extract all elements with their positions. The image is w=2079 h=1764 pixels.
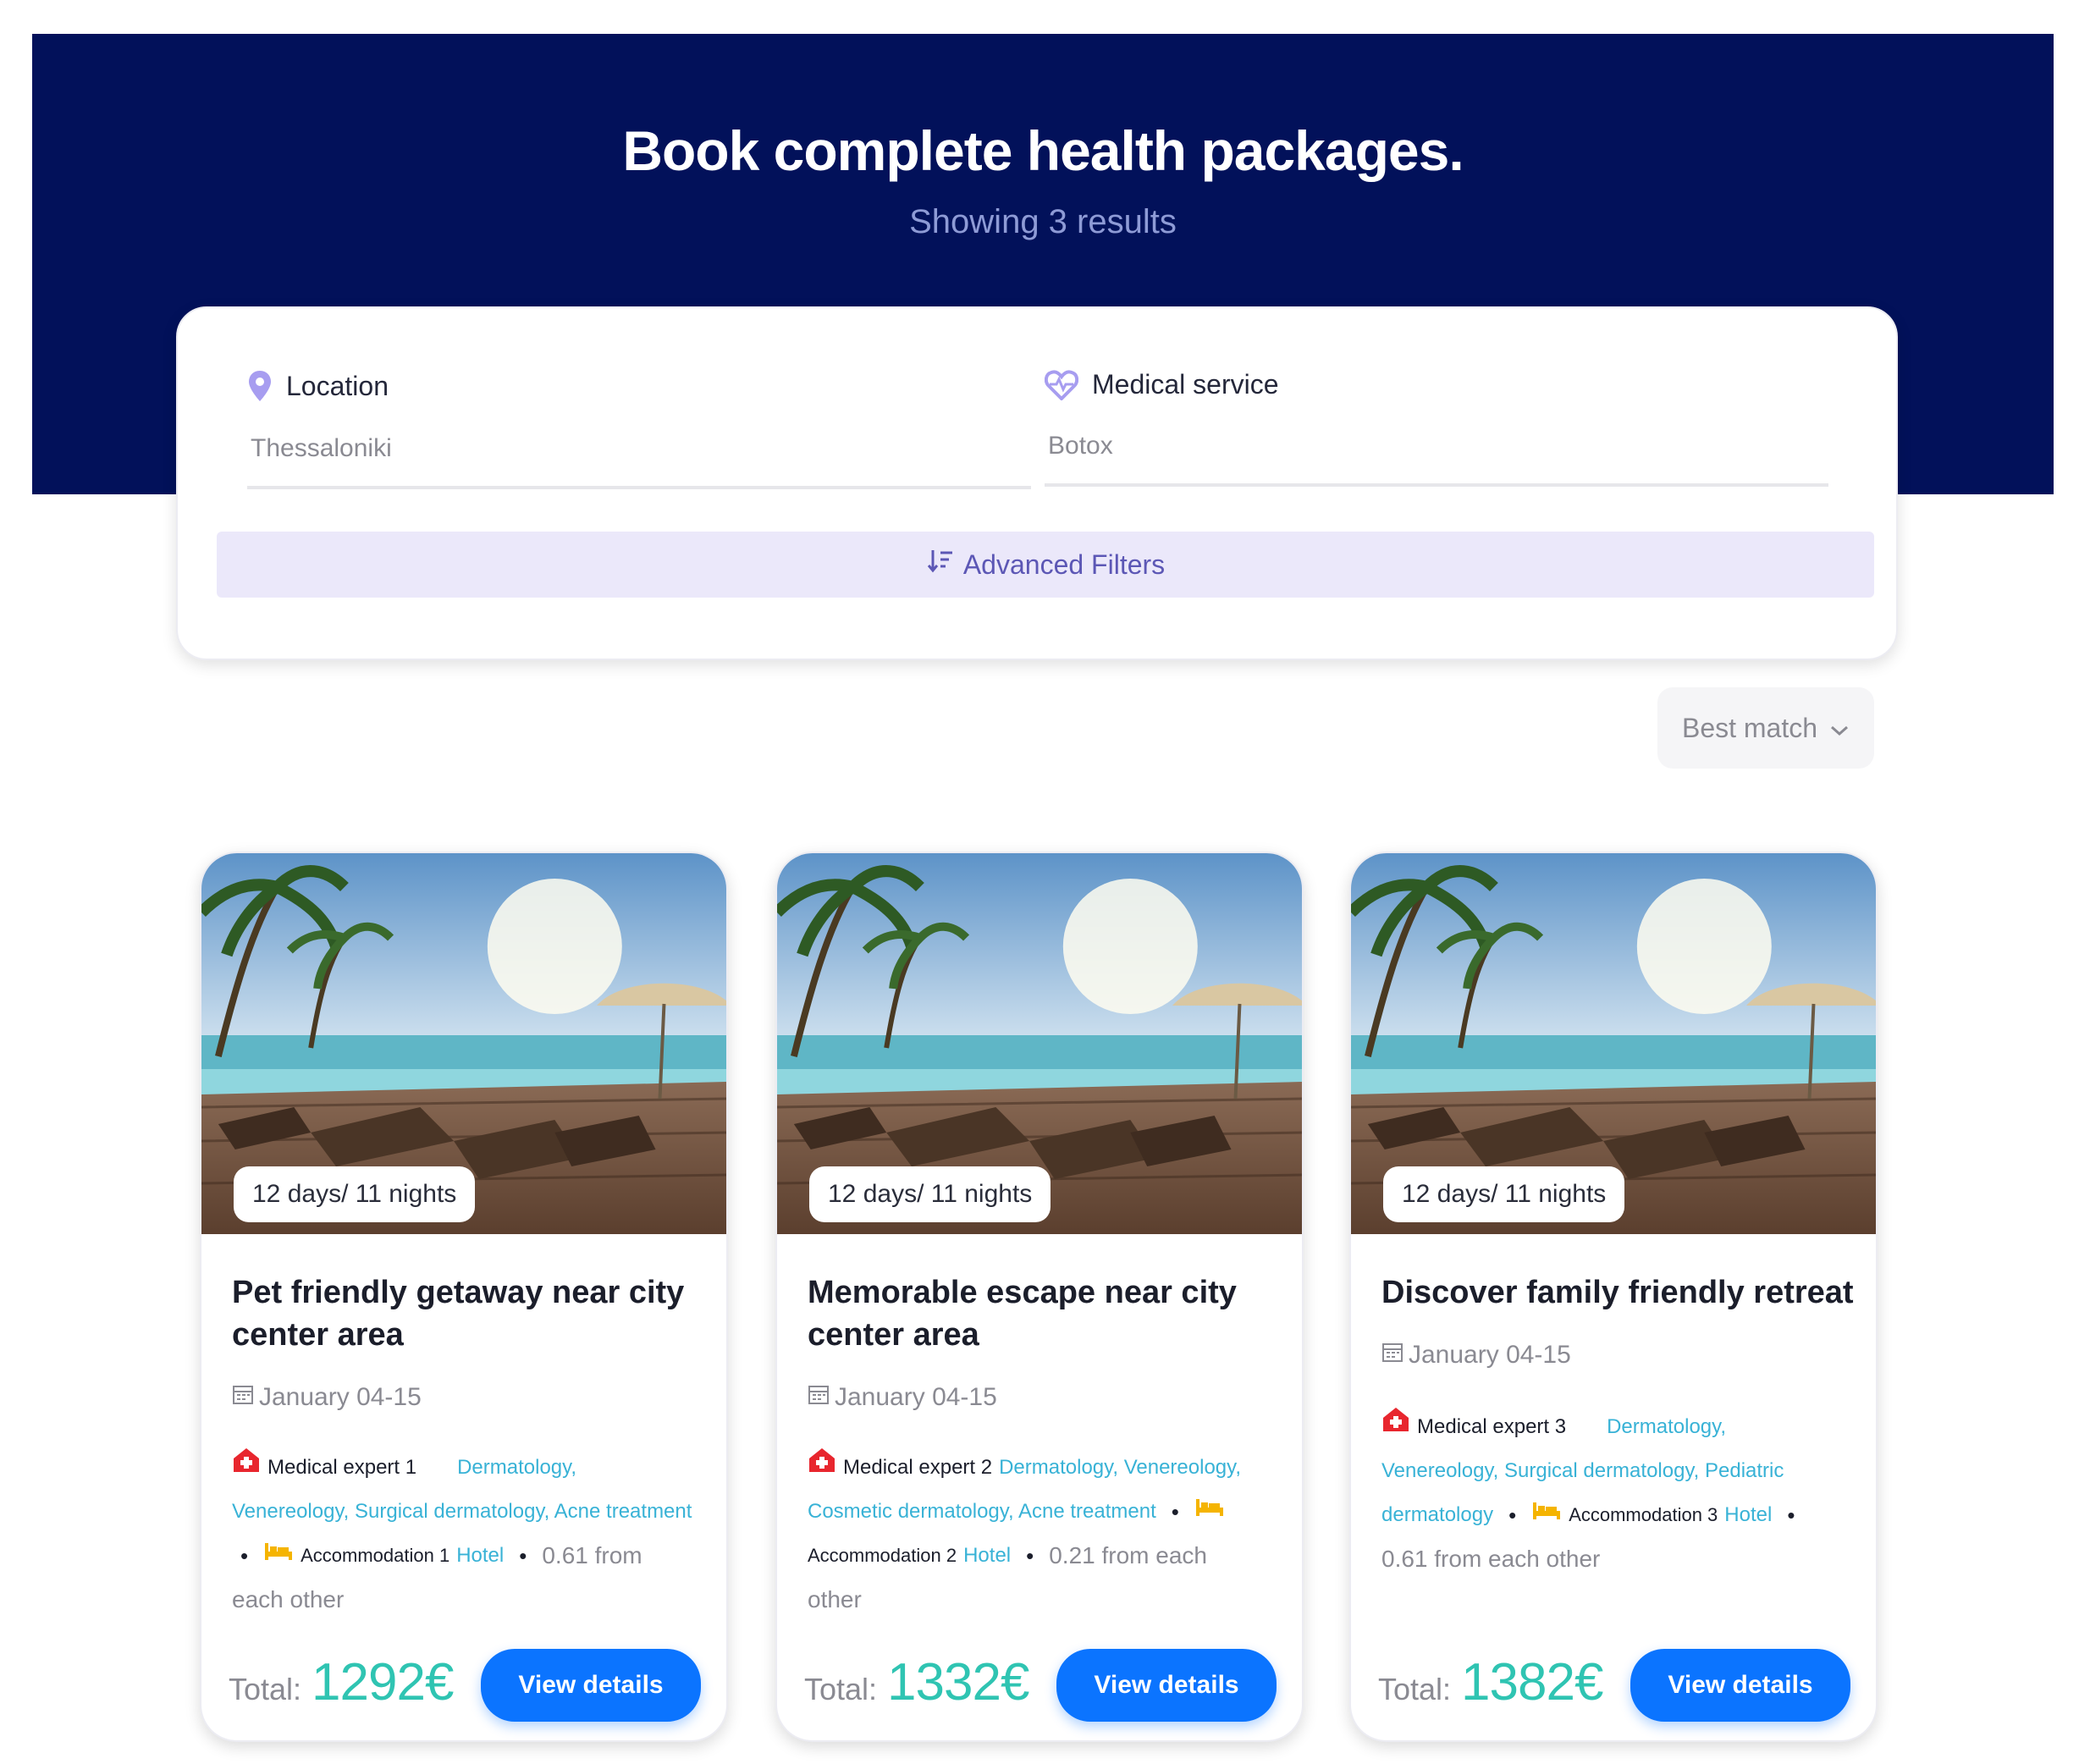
bullet: • — [1508, 1502, 1517, 1528]
hotel-link[interactable]: Hotel — [456, 1534, 504, 1578]
package-details: Medical expert 2 Dermatology, Venereolog… — [808, 1446, 1282, 1622]
total-price: 1382€ — [1461, 1653, 1603, 1712]
search-panel: Location Thessaloniki Medical service Bo… — [176, 306, 1898, 660]
sort-label: Best match — [1681, 712, 1818, 743]
duration-badge: 12 days/ 11 nights — [234, 1166, 476, 1222]
accommodation-name: Accommodation 1 — [301, 1545, 450, 1566]
service-label-row: Medical service — [1045, 369, 1828, 400]
accommodation-line: Accommodation 2 Hotel • 0.21 from each — [808, 1534, 1282, 1578]
heart-pulse-icon — [1045, 369, 1078, 400]
bullet: • — [1787, 1502, 1795, 1528]
date-text: January 04-15 — [1409, 1341, 1571, 1369]
package-date: January 04-15 — [808, 1383, 997, 1412]
location-pin-icon — [247, 369, 273, 403]
bullet: • — [240, 1543, 249, 1568]
total-price-row: Total: 1332€ — [804, 1652, 1029, 1712]
specialties-link[interactable]: Cosmetic dermatology, Acne treatment — [808, 1490, 1156, 1534]
location-input[interactable]: Thessaloniki — [247, 432, 1031, 489]
package-card[interactable]: 12 days/ 11 nights Discover family frien… — [1349, 852, 1878, 1742]
medical-service-field[interactable]: Medical service Botox — [1045, 369, 1828, 487]
total-price-row: Total: 1292€ — [229, 1652, 454, 1712]
duration-badge: 12 days/ 11 nights — [1383, 1166, 1625, 1222]
package-details: Medical expert 1 Dermatology, Venereolog… — [232, 1446, 706, 1622]
specialties-line: Venereology, Surgical dermatology, Acne … — [232, 1490, 706, 1534]
distance-line: each other — [232, 1578, 706, 1622]
distance-text: 0.21 from each — [1049, 1542, 1208, 1568]
service-input[interactable]: Botox — [1045, 429, 1828, 487]
medical-expert-name: Medical expert 2 — [843, 1456, 993, 1479]
specialties-link[interactable]: Venereology, Surgical dermatology, Acne … — [232, 1490, 692, 1534]
expert-line: Medical expert 1 Dermatology, — [232, 1446, 706, 1490]
total-price-row: Total: 1382€ — [1378, 1652, 1603, 1712]
duration-badge: 12 days/ 11 nights — [809, 1166, 1051, 1222]
accommodation-name: Accommodation 3 — [1569, 1504, 1718, 1525]
advanced-filters-button[interactable]: Advanced Filters — [217, 532, 1874, 598]
medical-expert-name: Medical expert 1 — [267, 1456, 417, 1479]
medical-house-icon — [232, 1446, 261, 1490]
specialties-link[interactable]: Dermatology, — [1607, 1405, 1726, 1449]
specialties-link[interactable]: dermatology — [1381, 1493, 1493, 1537]
hotel-link[interactable]: Hotel — [1724, 1493, 1772, 1537]
calendar-icon — [1381, 1341, 1403, 1370]
medical-expert-name: Medical expert 3 — [1417, 1415, 1567, 1438]
total-label: Total: — [804, 1672, 878, 1706]
total-price: 1332€ — [887, 1653, 1029, 1712]
service-label: Medical service — [1092, 369, 1279, 400]
distance-text: other — [808, 1586, 862, 1612]
bullet: • — [519, 1543, 527, 1568]
package-card[interactable]: 12 days/ 11 nights Pet friendly getaway … — [200, 852, 728, 1742]
distance-text: each other — [232, 1586, 345, 1612]
hotel-link[interactable]: Hotel — [963, 1534, 1011, 1578]
bed-icon — [263, 1534, 294, 1578]
date-text: January 04-15 — [835, 1383, 997, 1411]
sort-filter-icon — [926, 548, 955, 582]
sort-dropdown[interactable]: Best match — [1657, 687, 1874, 769]
location-field[interactable]: Location Thessaloniki — [247, 369, 1031, 489]
date-text: January 04-15 — [259, 1383, 422, 1411]
location-label: Location — [286, 370, 389, 401]
total-price: 1292€ — [312, 1653, 454, 1712]
chevron-down-icon — [1829, 713, 1850, 744]
specialties-link[interactable]: Dermatology, — [457, 1446, 576, 1490]
bullet: • — [1171, 1499, 1179, 1524]
bullet: • — [1026, 1543, 1034, 1568]
package-details: Medical expert 3 Dermatology, Venereolog… — [1381, 1405, 1856, 1581]
specialties-line: Venereology, Surgical dermatology, Pedia… — [1381, 1449, 1856, 1493]
results-count: Showing 3 results — [909, 203, 1177, 240]
page-title: Book complete health packages. — [622, 119, 1464, 182]
distance-text: 0.61 from — [542, 1542, 642, 1568]
medical-house-icon — [808, 1446, 836, 1490]
specialties-link[interactable]: Venereology, Surgical dermatology, Pedia… — [1381, 1449, 1784, 1493]
advanced-filters-label: Advanced Filters — [962, 548, 1166, 580]
view-details-button[interactable]: View details — [1056, 1649, 1277, 1722]
accommodation-name: Accommodation 2 — [808, 1545, 957, 1566]
total-label: Total: — [1378, 1672, 1452, 1706]
total-label: Total: — [229, 1672, 302, 1706]
distance-line: 0.61 from each other — [1381, 1537, 1856, 1581]
accommodation-line: • Accommodation 1 Hotel • 0.61 from — [232, 1534, 706, 1578]
package-title: Memorable escape near city center area — [808, 1275, 1237, 1353]
package-card[interactable]: 12 days/ 11 nights Memorable escape near… — [775, 852, 1304, 1742]
calendar-icon — [232, 1383, 254, 1412]
package-title: Discover family friendly retreat — [1381, 1275, 1854, 1310]
package-title: Pet friendly getaway near city center ar… — [232, 1275, 685, 1353]
distance-line: other — [808, 1578, 1282, 1622]
medical-house-icon — [1381, 1405, 1410, 1449]
expert-line: Medical expert 3 Dermatology, — [1381, 1405, 1856, 1449]
specialties-link[interactable]: Dermatology, Venereology, — [999, 1446, 1241, 1490]
bed-icon — [1531, 1493, 1562, 1537]
expert-line: Medical expert 2 Dermatology, Venereolog… — [808, 1446, 1282, 1490]
page: Book complete health packages. Showing 3… — [0, 0, 2079, 1764]
location-label-row: Location — [247, 369, 1031, 403]
distance-text: 0.61 from each other — [1381, 1546, 1601, 1572]
accommodation-line: dermatology • Accommodation 3 Hotel • — [1381, 1493, 1856, 1537]
package-date: January 04-15 — [232, 1383, 422, 1412]
view-details-button[interactable]: View details — [1630, 1649, 1850, 1722]
bed-icon — [1194, 1490, 1225, 1534]
specialties-line: Cosmetic dermatology, Acne treatment • — [808, 1490, 1282, 1534]
package-date: January 04-15 — [1381, 1341, 1571, 1370]
calendar-icon — [808, 1383, 830, 1412]
view-details-button[interactable]: View details — [481, 1649, 701, 1722]
